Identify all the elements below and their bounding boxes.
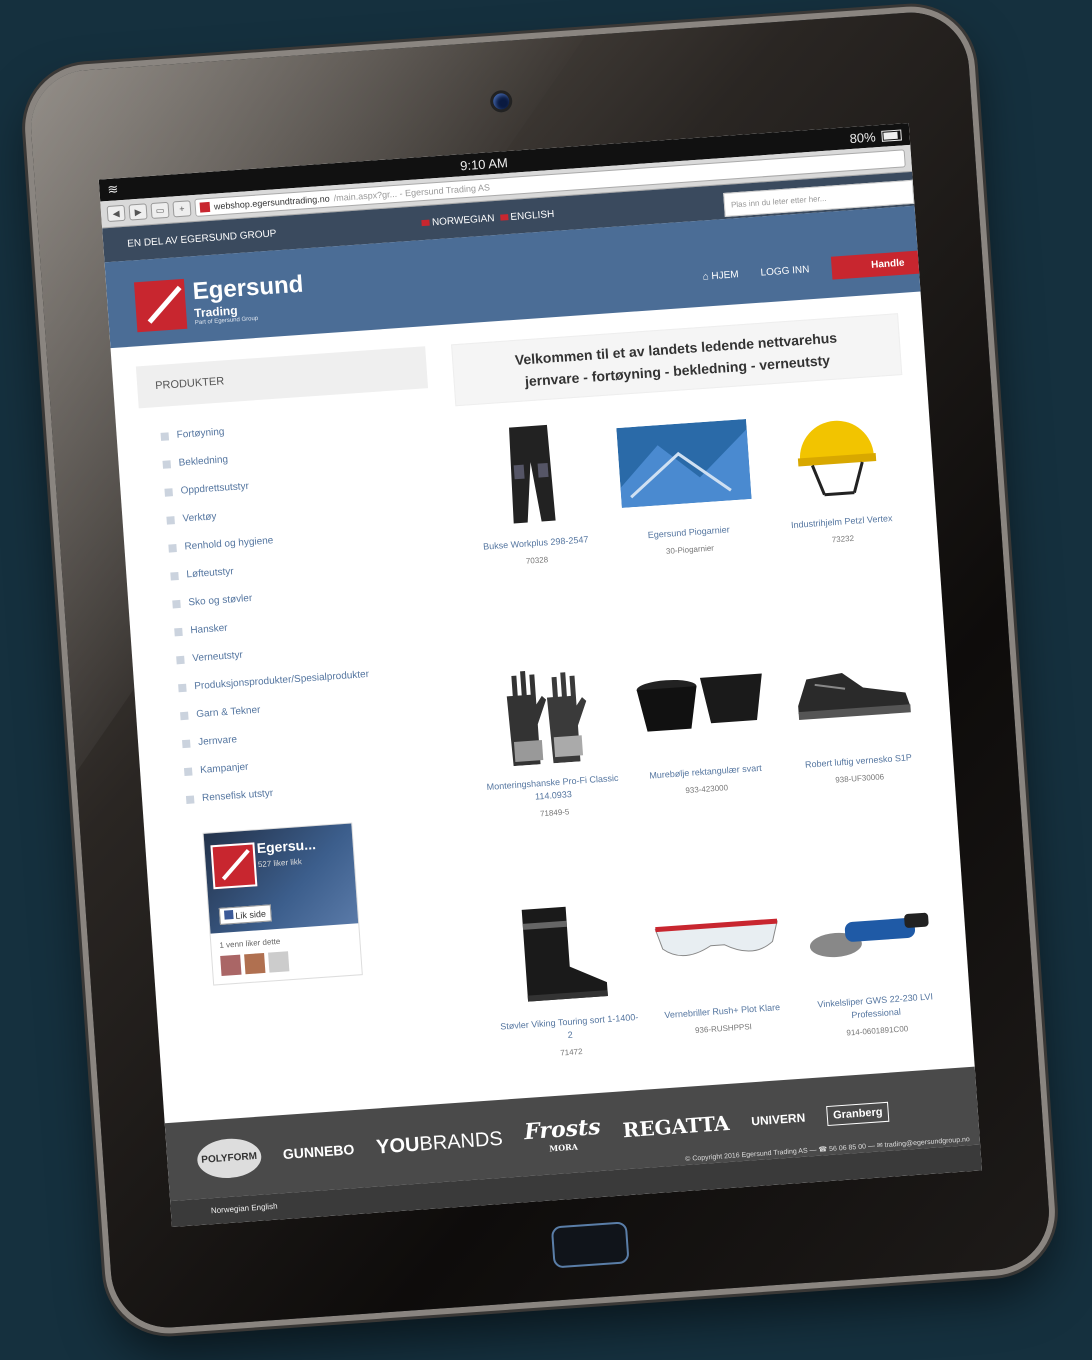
product-code: 938-UF30006 (834, 772, 885, 785)
helmet-icon[interactable] (763, 393, 912, 513)
bullet-icon (162, 460, 172, 469)
logo-mark-icon (133, 278, 188, 333)
granberg-logo: Granberg (826, 1101, 890, 1127)
lang-english[interactable]: ENGLISH (500, 208, 555, 223)
add-tab-icon[interactable]: + (172, 200, 192, 218)
product-name[interactable]: Monteringshanske Pro-Fi Classic 114.0933 (482, 771, 625, 807)
product-code: 71472 (559, 1046, 583, 1058)
youbrands-logo: YOUBRANDS (375, 1127, 504, 1159)
lang-norwegian[interactable]: NORWEGIAN (421, 213, 495, 229)
facebook-page-name: Egersu... (256, 836, 317, 857)
bullet-icon (178, 683, 187, 693)
univern-logo: UNIVERN (750, 1110, 806, 1129)
product-name[interactable]: Støvler Viking Touring sort 1-1400-2 (498, 1011, 641, 1047)
product-code: 936-RUSHPPSI (694, 1022, 753, 1036)
facebook-widget[interactable]: Egersu... 527 liker likk Lik side 1 venn… (202, 822, 363, 986)
tablet-screen: ≋ 9:10 AM 80% ◀ ▶ ▭ + webshop.egersundtr… (98, 122, 982, 1228)
bullet-icon (164, 488, 173, 497)
product-card[interactable]: Egersund Piogarnier 30-Piogarnier (610, 404, 766, 623)
nav-home[interactable]: ⌂ HJEM (702, 269, 739, 282)
product-grid: Bukse Workplus 298-2547 70328 Egersund P… (457, 393, 952, 1113)
polyform-logo: POLYFORM (195, 1136, 263, 1180)
product-code: 30-Piogarnier (665, 543, 715, 556)
sidebar: PRODUKTER Fortøyning Bekledning Oppdrett… (135, 346, 479, 1134)
product-code: 71849-5 (539, 807, 570, 819)
bullet-icon (172, 599, 181, 609)
tablet-device: ≋ 9:10 AM 80% ◀ ▶ ▭ + webshop.egersundtr… (27, 8, 1053, 1332)
status-time: 9:10 AM (459, 154, 509, 173)
product-card[interactable]: Vernebriller Rush+ Plot Klare 936-RUSHPP… (643, 882, 799, 1101)
nav-login[interactable]: LOGG INN (760, 264, 810, 278)
product-name[interactable]: Robert luftig vernesko S1P (788, 750, 930, 773)
shoe-icon[interactable] (779, 632, 928, 752)
facebook-icon (224, 910, 234, 920)
url-host: webshop.egersundtrading.no (213, 193, 331, 212)
product-card[interactable]: Monteringshanske Pro-Fi Classic 114.0933… (473, 654, 629, 873)
product-card[interactable]: Støvler Viking Touring sort 1-1400-2 714… (490, 893, 646, 1112)
facebook-logo-icon (210, 842, 258, 890)
safety-glasses-icon[interactable] (643, 882, 792, 1002)
product-name[interactable]: Industrihjelm Petzl Vertex (771, 511, 913, 534)
frosts-logo: Frosts MORA (523, 1113, 602, 1154)
boots-icon[interactable] (490, 893, 639, 1013)
product-code: 70328 (525, 555, 549, 566)
facebook-likes: 527 liker likk (257, 857, 303, 870)
bullet-icon (174, 627, 183, 637)
product-name[interactable]: Bukse Workplus 298-2547 (465, 532, 607, 555)
group-label: EN DEL AV EGERSUND GROUP (126, 227, 277, 250)
battery-percent: 80% (849, 128, 877, 146)
net-icon[interactable] (610, 404, 759, 524)
language-switch: NORWEGIAN ENGLISH (421, 208, 555, 229)
bullet-icon (176, 655, 185, 665)
product-card[interactable]: Industrihjelm Petzl Vertex 73232 (763, 393, 919, 612)
sidebar-title: PRODUKTER (135, 346, 429, 409)
bullet-icon (183, 767, 193, 777)
pants-icon[interactable] (457, 414, 606, 534)
product-card[interactable]: Vinkelsliper GWS 22-230 LVI Professional… (796, 872, 952, 1091)
favicon-icon (199, 201, 211, 213)
bullet-icon (160, 432, 170, 441)
product-code: 73232 (831, 533, 855, 545)
avatar[interactable] (220, 954, 242, 976)
product-name[interactable]: Vernebriller Rush+ Plot Klare (651, 1000, 793, 1023)
product-name[interactable]: Vinkelsliper GWS 22-230 LVI Professional (804, 990, 947, 1026)
bucket-icon[interactable] (626, 643, 775, 763)
gunnebo-logo: GUNNEBO (282, 1141, 355, 1163)
avatar[interactable] (268, 951, 290, 973)
bullet-icon (170, 571, 179, 581)
facebook-cover: Egersu... 527 liker likk Lik side (203, 823, 359, 934)
gloves-icon[interactable] (473, 654, 622, 774)
product-code: 933-423000 (685, 783, 729, 796)
forward-icon[interactable]: ▶ (128, 203, 148, 221)
main-area: PRODUKTER Fortøyning Bekledning Oppdrett… (111, 292, 978, 1157)
product-card[interactable]: Murebølje rektangulær svart 933-423000 (626, 643, 782, 862)
bullet-icon (166, 516, 175, 525)
welcome-banner: Velkommen til et av landets ledende nett… (451, 313, 903, 407)
facebook-like-button[interactable]: Lik side (218, 904, 272, 925)
cart-button[interactable]: Handle (830, 250, 920, 280)
product-name[interactable]: Egersund Piogarnier (618, 521, 760, 544)
regatta-logo: REGATTA (621, 1110, 731, 1143)
product-card[interactable]: Bukse Workplus 298-2547 70328 (457, 414, 613, 633)
battery-icon (881, 128, 902, 142)
avatar[interactable] (244, 952, 266, 975)
uk-flag-icon (500, 213, 509, 221)
bookmarks-icon[interactable]: ▭ (150, 201, 170, 219)
wifi-icon: ≋ (106, 181, 119, 197)
bullet-icon (180, 711, 189, 721)
bullet-icon (168, 544, 177, 553)
angle-grinder-icon[interactable] (796, 872, 945, 992)
product-name[interactable]: Murebølje rektangulær svart (635, 761, 777, 784)
home-button[interactable] (550, 1221, 630, 1269)
back-icon[interactable]: ◀ (106, 204, 126, 223)
content: Velkommen til et av landets ledende nett… (451, 313, 952, 1112)
bullet-icon (182, 739, 191, 749)
bullet-icon (185, 795, 195, 804)
product-code: 914-0601891C00 (846, 1024, 909, 1038)
product-card[interactable]: Robert luftig vernesko S1P 938-UF30006 (779, 632, 935, 851)
site-logo[interactable]: Egersund Trading Part of Egersund Group (133, 271, 306, 333)
norway-flag-icon (421, 219, 431, 226)
main-nav: ⌂ HJEM LOGG INN Handle (702, 250, 920, 289)
